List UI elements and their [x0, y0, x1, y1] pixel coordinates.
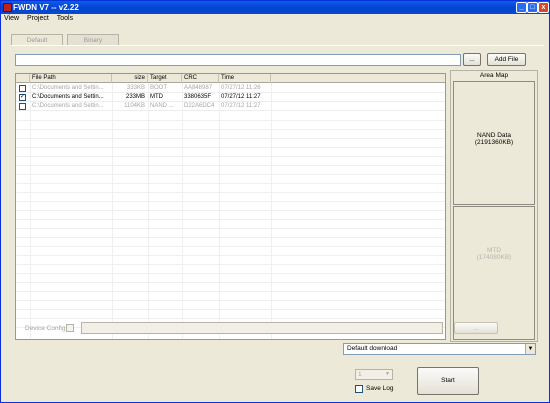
header-crc[interactable]: CRC: [182, 74, 219, 83]
app-icon: [3, 3, 12, 12]
menu-bar: View Project Tools: [1, 14, 549, 24]
row-time: 07/27/12 11:27: [221, 94, 261, 100]
row-target: MTD: [150, 94, 163, 100]
grid-line: [16, 120, 445, 121]
grid-line: [16, 291, 445, 292]
nand-data-label: NAND Data: [477, 132, 511, 139]
device-config-label: Device Config: [25, 325, 66, 332]
nand-data-area[interactable]: NAND Data (2191360KB): [453, 81, 535, 205]
grid-line: [16, 174, 445, 175]
title-bar[interactable]: FWDN V7 -- v2.22 _ □ x: [1, 1, 549, 14]
chevron-down-icon[interactable]: ▼: [525, 344, 535, 354]
grid-line: [16, 318, 445, 319]
header-file-path[interactable]: File Path: [30, 74, 112, 83]
grid-line: [16, 282, 445, 283]
row-size: 233MB: [125, 94, 145, 100]
tab-divider: [11, 45, 544, 46]
save-log-label: Save Log: [366, 385, 394, 392]
add-file-button[interactable]: Add File: [487, 53, 526, 66]
grid-line: [16, 138, 445, 139]
header-size[interactable]: size: [112, 74, 148, 83]
grid-line: [16, 300, 445, 301]
row-path: C:\Documents and Settin...: [32, 85, 104, 91]
table-row[interactable]: C:\Documents and Settin... 333KB BOOT AA…: [16, 84, 445, 93]
close-icon[interactable]: x: [538, 2, 549, 13]
window-title: FWDN V7 -- v2.22: [13, 3, 79, 12]
save-log-checkbox[interactable]: [355, 385, 363, 393]
spinner-input[interactable]: 1 ▼: [355, 369, 393, 380]
grid-line: [16, 192, 445, 193]
row-time: 07/27/12 11:26: [221, 85, 261, 91]
grid-line: [16, 273, 445, 274]
header-target[interactable]: Target: [148, 74, 182, 83]
row-checkbox[interactable]: [19, 85, 26, 92]
spinner-arrow-icon[interactable]: ▼: [383, 370, 392, 379]
row-checkbox[interactable]: [19, 103, 26, 110]
mtd-size: (174080KB): [476, 254, 512, 261]
start-button[interactable]: Start: [417, 367, 479, 395]
browse-button[interactable]: ...: [463, 53, 481, 66]
file-list[interactable]: File Path size Target CRC Time C:\Docume…: [15, 73, 446, 340]
download-mode-select[interactable]: Default download ▼: [343, 343, 536, 355]
row-size: 333KB: [126, 85, 145, 91]
row-target: NAND ...: [150, 103, 174, 109]
mtd-area[interactable]: MTD (174080KB): [453, 206, 535, 340]
grid-line: [16, 183, 445, 184]
menu-view[interactable]: View: [4, 15, 19, 22]
download-mode-value: Default download: [347, 345, 398, 352]
grid-line: [16, 237, 445, 238]
row-checkbox-checked[interactable]: ✓: [19, 94, 26, 101]
row-size: 1104KB: [124, 103, 145, 109]
device-config-checkbox[interactable]: [66, 324, 74, 332]
grid-line: [16, 201, 445, 202]
grid-line: [16, 246, 445, 247]
grid-line: [16, 210, 445, 211]
mtd-label: MTD: [486, 247, 502, 254]
main-panel: Default Binary ... Add File File Path si…: [5, 25, 545, 399]
device-config-browse-button[interactable]: ...: [454, 322, 498, 334]
grid-line: [16, 165, 445, 166]
row-time: 07/27/12 11:27: [221, 103, 261, 109]
grid-line: [16, 219, 445, 220]
file-path-input[interactable]: [15, 54, 461, 66]
maximize-icon[interactable]: □: [527, 2, 538, 13]
row-path: C:\Documents and Settin...: [32, 103, 104, 109]
row-crc: D22A6DC4: [184, 103, 215, 109]
grid-line: [16, 156, 445, 157]
row-path: C:\Documents and Settin...: [32, 94, 104, 100]
menu-project[interactable]: Project: [27, 15, 49, 22]
header-time[interactable]: Time: [219, 74, 271, 83]
area-map-title: Area Map: [479, 72, 509, 79]
area-map-group: Area Map NAND Data (2191360KB) MTD (1740…: [450, 70, 538, 342]
list-header: File Path size Target CRC Time: [16, 74, 445, 83]
app-window: FWDN V7 -- v2.22 _ □ x View Project Tool…: [0, 0, 550, 403]
tab-default[interactable]: Default: [11, 34, 63, 45]
menu-tools[interactable]: Tools: [57, 15, 73, 22]
grid-line: [16, 228, 445, 229]
nand-data-size: (2191360KB): [474, 139, 514, 146]
grid-line: [16, 129, 445, 130]
spinner-value: 1: [358, 371, 362, 378]
tab-binary[interactable]: Binary: [67, 34, 119, 45]
grid-line: [16, 309, 445, 310]
table-row[interactable]: C:\Documents and Settin... 1104KB NAND .…: [16, 102, 445, 111]
grid-line: [16, 147, 445, 148]
grid-line: [16, 255, 445, 256]
row-crc: 3380635F: [184, 94, 212, 100]
row-target: BOOT: [150, 85, 168, 91]
minimize-icon[interactable]: _: [516, 2, 527, 13]
device-config-path-input[interactable]: [81, 322, 443, 334]
grid-line: [16, 264, 445, 265]
row-crc: AA848987: [184, 85, 213, 91]
table-row[interactable]: ✓ C:\Documents and Settin... 233MB MTD 3…: [16, 93, 445, 102]
header-check: [16, 74, 30, 83]
